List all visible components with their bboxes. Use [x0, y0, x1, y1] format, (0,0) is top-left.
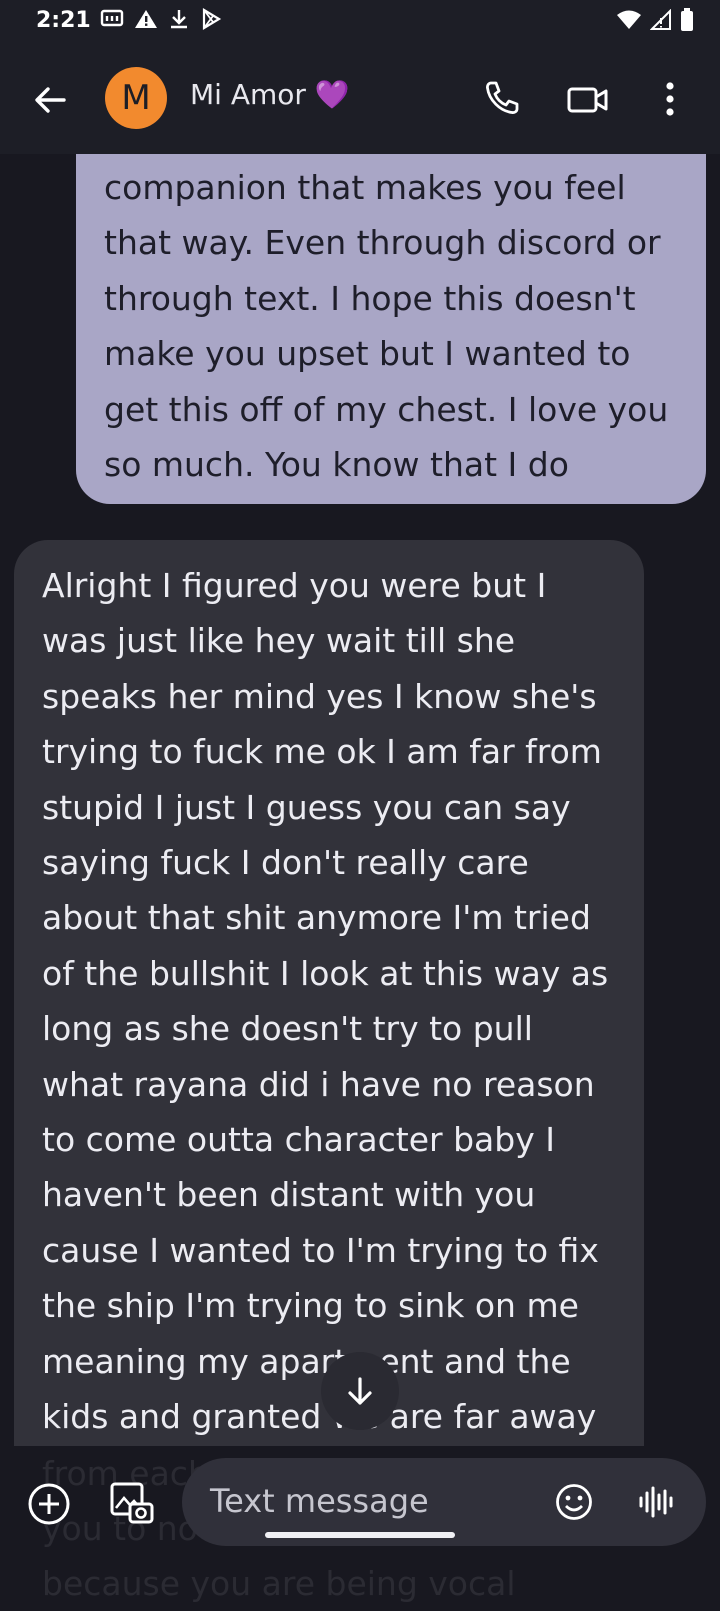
incoming-message[interactable]: Alright I figured you were but I was jus… [14, 540, 644, 1446]
scroll-to-bottom-button[interactable] [321, 1352, 399, 1430]
contact-name-text: Mi Amor [190, 78, 306, 111]
message-text: Alright I figured you were but I was jus… [42, 566, 609, 1437]
signal-icon [650, 9, 671, 30]
message-thread[interactable]: companion that makes you feel that way. … [0, 154, 720, 1446]
home-indicator[interactable] [265, 1532, 455, 1538]
phone-call-icon[interactable] [482, 78, 522, 118]
status-icons-left [100, 8, 222, 30]
wifi-icon [617, 10, 641, 29]
download-icon [171, 10, 187, 29]
compose-area: from each you to not because you are bei… [0, 1446, 720, 1603]
add-attachment-icon[interactable] [27, 1482, 71, 1526]
status-bar: 2:21 [0, 0, 720, 44]
message-text: companion that makes you feel that way. … [104, 168, 669, 485]
play-store-icon [202, 8, 222, 30]
alert-icon [135, 10, 157, 28]
message-input-placeholder: Text message [210, 1482, 429, 1520]
status-icons-right [616, 8, 694, 32]
voice-message-icon[interactable] [636, 1482, 676, 1522]
outgoing-message[interactable]: companion that makes you feel that way. … [76, 154, 706, 504]
battery-icon [681, 8, 693, 31]
status-time: 2:21 [36, 8, 91, 33]
video-call-icon[interactable] [566, 80, 610, 120]
purple-heart-emoji: 💜 [314, 78, 350, 111]
messaging-icon [100, 9, 124, 27]
gallery-camera-icon[interactable] [108, 1480, 156, 1528]
emoji-icon[interactable] [554, 1482, 594, 1522]
back-arrow-icon[interactable] [30, 80, 70, 120]
avatar[interactable]: M [105, 67, 167, 129]
conversation-header: M Mi Amor 💜 [0, 44, 720, 154]
arrow-down-icon [348, 1377, 372, 1405]
avatar-letter: M [121, 78, 151, 118]
more-options-icon[interactable] [655, 78, 685, 120]
contact-name[interactable]: Mi Amor 💜 [190, 78, 350, 111]
